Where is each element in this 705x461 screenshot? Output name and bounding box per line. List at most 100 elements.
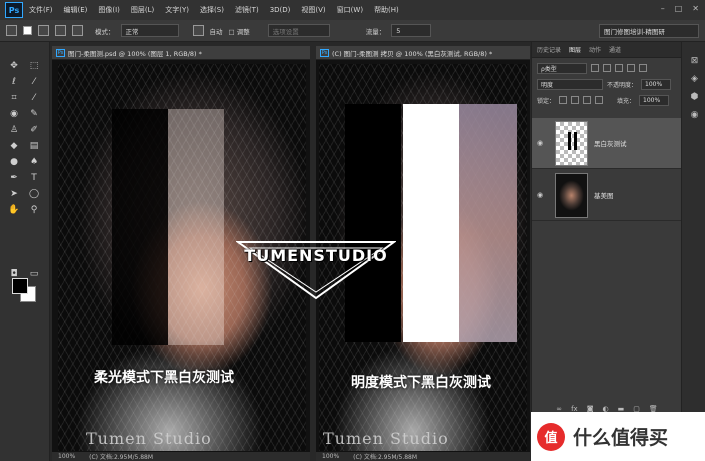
workspace-select[interactable]: 图门修图培训-精图研 bbox=[599, 24, 699, 38]
tab-history[interactable]: 历史记录 bbox=[537, 45, 561, 54]
stamp-icon[interactable]: ♙ bbox=[8, 124, 20, 136]
history-brush-icon[interactable]: ✐ bbox=[28, 124, 40, 136]
intersect-selection-icon[interactable] bbox=[72, 25, 83, 36]
eye-icon[interactable]: ◉ bbox=[537, 191, 547, 199]
type-filter-icon[interactable] bbox=[615, 64, 623, 72]
move-icon[interactable]: ✥ bbox=[8, 60, 20, 72]
adjust-filter-icon[interactable] bbox=[603, 64, 611, 72]
eye-icon[interactable]: ◉ bbox=[537, 139, 547, 147]
layer-blend-select[interactable]: 明度 bbox=[537, 78, 603, 90]
auto-option[interactable]: 自动 bbox=[210, 26, 223, 36]
menu-image[interactable]: 图像(I) bbox=[98, 5, 120, 15]
flow-label: 流量： bbox=[365, 27, 386, 36]
document-tab-left[interactable]: Ps 图门-柔图测.psd @ 100% (图层 1, RGB/8) * bbox=[52, 46, 310, 60]
lock-row: 锁定： 填充： 100% bbox=[532, 92, 681, 108]
ps-doc-icon: Ps bbox=[320, 48, 329, 57]
layer-name[interactable]: 基美图 bbox=[594, 190, 614, 200]
zoom-level[interactable]: 100% bbox=[322, 453, 339, 460]
panel-tabs: 历史记录 图层 动作 通道 bbox=[532, 42, 681, 58]
layer-row[interactable]: ◉ 基美图 bbox=[532, 170, 682, 221]
crop-icon[interactable]: ⌗ bbox=[8, 92, 20, 104]
gradient-icon[interactable]: ▤ bbox=[28, 140, 40, 152]
lasso-icon[interactable]: ℓ bbox=[8, 76, 20, 88]
white-strip bbox=[168, 109, 224, 345]
layer-row[interactable]: ◉ 黑白灰测试 bbox=[532, 118, 682, 169]
lock-pixels-icon[interactable] bbox=[559, 96, 568, 104]
blend-mode-select[interactable]: 正常 bbox=[120, 24, 179, 37]
pixel-filter-icon[interactable] bbox=[591, 64, 599, 72]
maximize-icon[interactable]: □ bbox=[675, 4, 683, 13]
layers-dock-icon[interactable]: ◈ bbox=[689, 74, 700, 85]
layer-thumbnail bbox=[555, 120, 588, 166]
doc-size: (C) 文档:2.95M/5.88M bbox=[89, 454, 154, 461]
foreground-color-swatch[interactable] bbox=[12, 278, 28, 294]
close-icon[interactable]: ✕ bbox=[692, 4, 699, 13]
menu-file[interactable]: 文件(F) bbox=[29, 5, 53, 15]
lock-move-icon[interactable] bbox=[583, 96, 592, 104]
fill-input[interactable]: 100% bbox=[639, 94, 670, 106]
subtract-selection-icon[interactable] bbox=[55, 25, 66, 36]
type-icon[interactable]: T bbox=[28, 172, 40, 184]
filter-row: ρ类型 bbox=[532, 60, 681, 76]
brush-shape-icon[interactable] bbox=[23, 26, 32, 35]
flow-select[interactable]: 5 bbox=[391, 24, 432, 37]
zoom-icon[interactable]: ⚲ bbox=[28, 204, 40, 216]
blur-icon[interactable]: ● bbox=[8, 156, 20, 168]
minimize-icon[interactable]: – bbox=[661, 4, 665, 13]
path-select-icon[interactable]: ➤ bbox=[8, 188, 20, 200]
channels-dock-icon[interactable]: ⬢ bbox=[689, 92, 700, 103]
adjust-checkbox[interactable]: □ 调整 bbox=[229, 26, 250, 36]
menu-layer[interactable]: 图层(L) bbox=[131, 5, 154, 15]
tool-preset-icon[interactable] bbox=[6, 25, 17, 36]
menu-3d[interactable]: 3D(D) bbox=[270, 6, 291, 14]
eraser-icon[interactable]: ◆ bbox=[8, 140, 20, 152]
brush-icon[interactable]: ✎ bbox=[28, 108, 40, 120]
screen-mode-icon[interactable]: ▭ bbox=[28, 268, 40, 280]
paths-dock-icon[interactable]: ◉ bbox=[689, 110, 700, 121]
blend-mode-label: 模式： bbox=[95, 27, 115, 36]
brand-text: 什么值得买 bbox=[573, 427, 669, 449]
hand-icon[interactable]: ✋ bbox=[8, 204, 20, 216]
shape-icon[interactable]: ◯ bbox=[28, 188, 40, 200]
shape-filter-icon[interactable] bbox=[627, 64, 635, 72]
menu-select[interactable]: 选择(S) bbox=[200, 5, 224, 15]
add-selection-icon[interactable] bbox=[38, 25, 49, 36]
menu-bar: Ps 文件(F) 编辑(E) 图像(I) 图层(L) 文字(Y) 选择(S) 滤… bbox=[0, 0, 705, 20]
tab-actions[interactable]: 动作 bbox=[589, 45, 601, 54]
studio-logo: TUMENSTUDIO bbox=[234, 238, 398, 300]
document-tab-right[interactable]: Ps (C) 图门-柔图测 拷贝 @ 100% (黑白灰测试, RGB/8) * bbox=[316, 46, 530, 60]
smart-filter-icon[interactable] bbox=[639, 64, 647, 72]
menu-edit[interactable]: 编辑(E) bbox=[64, 5, 88, 15]
opacity-label: 不透明度： bbox=[607, 81, 638, 89]
marquee-icon[interactable]: ⬚ bbox=[28, 60, 40, 72]
white-strip bbox=[403, 104, 459, 342]
menu-help[interactable]: 帮助(H) bbox=[374, 5, 399, 15]
layer-name[interactable]: 黑白灰测试 bbox=[594, 138, 627, 148]
menu-type[interactable]: 文字(Y) bbox=[165, 5, 189, 15]
opacity-input[interactable]: 100% bbox=[641, 78, 672, 90]
lock-paint-icon[interactable] bbox=[571, 96, 580, 104]
magic-wand-icon[interactable]: ⁄ bbox=[28, 76, 40, 88]
lock-all-icon[interactable] bbox=[595, 96, 604, 104]
menu-window[interactable]: 窗口(W) bbox=[337, 5, 363, 15]
menu-filter[interactable]: 滤镜(T) bbox=[235, 5, 259, 15]
tab-layers[interactable]: 图层 bbox=[569, 45, 581, 54]
kind-filter-select[interactable]: ρ类型 bbox=[537, 62, 587, 74]
healing-icon[interactable]: ◉ bbox=[8, 108, 20, 120]
source-icon[interactable] bbox=[192, 25, 204, 36]
doc-size: (C) 文档:2.95M/5.88M bbox=[353, 454, 418, 461]
dodge-icon[interactable]: ♠ bbox=[28, 156, 40, 168]
pen-icon[interactable]: ✒ bbox=[8, 172, 20, 184]
brand-logo-icon: 值 bbox=[537, 422, 565, 451]
history-dock-icon[interactable]: ⊠ bbox=[689, 56, 700, 67]
zoom-level[interactable]: 100% bbox=[58, 453, 75, 460]
ps-logo-icon: Ps bbox=[5, 2, 23, 18]
tab-channels[interactable]: 通道 bbox=[609, 45, 621, 54]
black-strip bbox=[345, 104, 401, 342]
menu-view[interactable]: 视图(V) bbox=[301, 5, 325, 15]
logo-text: TUMENSTUDIO bbox=[244, 246, 388, 265]
lock-label: 锁定： bbox=[537, 97, 556, 105]
size-input[interactable]: 选项设置 bbox=[267, 24, 330, 37]
eyedropper-icon[interactable]: ⁄ bbox=[28, 92, 40, 104]
fill-label: 填充： bbox=[617, 97, 636, 105]
